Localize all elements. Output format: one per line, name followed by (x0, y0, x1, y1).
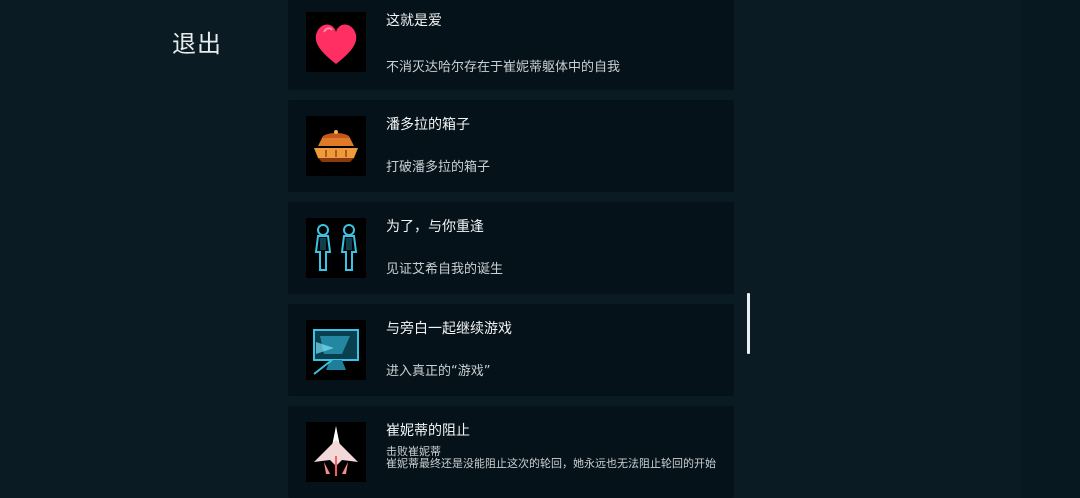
achievement-card[interactable]: 这就是爱 不消灭达哈尔存在于崔妮蒂躯体中的自我 (288, 0, 734, 90)
achievement-description: 打破潘多拉的箱子 (386, 160, 491, 175)
achievement-title: 与旁白一起继续游戏 (386, 321, 512, 337)
achievement-card[interactable]: 潘多拉的箱子 打破潘多拉的箱子 (288, 100, 734, 192)
achievement-card[interactable]: 与旁白一起继续游戏 进入真正的“游戏” (288, 304, 734, 396)
right-edge-panel (1022, 0, 1080, 498)
achievement-description: 见证艾希自我的诞生 (386, 262, 504, 277)
pandora-box-icon (306, 116, 366, 176)
achievement-description: 进入真正的“游戏” (386, 364, 491, 379)
achievement-list[interactable]: 这就是爱 不消灭达哈尔存在于崔妮蒂躯体中的自我 潘多拉的箱子 打破潘多拉的箱子 (288, 0, 734, 498)
heart-icon (306, 12, 366, 72)
achievement-title: 这就是爱 (386, 13, 442, 29)
exit-button[interactable]: 退出 (172, 24, 222, 59)
achievement-detail: 崔妮蒂最终还是没能阻止这次的轮回，她永远也无法阻止轮回的开始 (386, 457, 716, 470)
list-scrollbar[interactable] (747, 293, 750, 354)
spaceship-icon (306, 422, 366, 482)
twin-figures-icon (306, 218, 366, 278)
monitor-icon (306, 320, 366, 380)
achievement-card[interactable]: 崔妮蒂的阻止 击败崔妮蒂 崔妮蒂最终还是没能阻止这次的轮回，她永远也无法阻止轮回… (288, 406, 734, 498)
achievements-screen: 退出 这就是爱 不消灭达哈尔存在于崔妮蒂躯体中的自我 潘多拉的箱子 打破潘多拉的… (0, 0, 1080, 498)
achievement-title: 潘多拉的箱子 (386, 117, 470, 133)
achievement-description: 不消灭达哈尔存在于崔妮蒂躯体中的自我 (386, 60, 621, 75)
achievement-description: 击败崔妮蒂 崔妮蒂最终还是没能阻止这次的轮回，她永远也无法阻止轮回的开始 (386, 446, 726, 470)
achievement-title: 崔妮蒂的阻止 (386, 423, 470, 439)
achievement-card[interactable]: 为了，与你重逢 见证艾希自我的诞生 (288, 202, 734, 294)
achievement-title: 为了，与你重逢 (386, 219, 484, 235)
